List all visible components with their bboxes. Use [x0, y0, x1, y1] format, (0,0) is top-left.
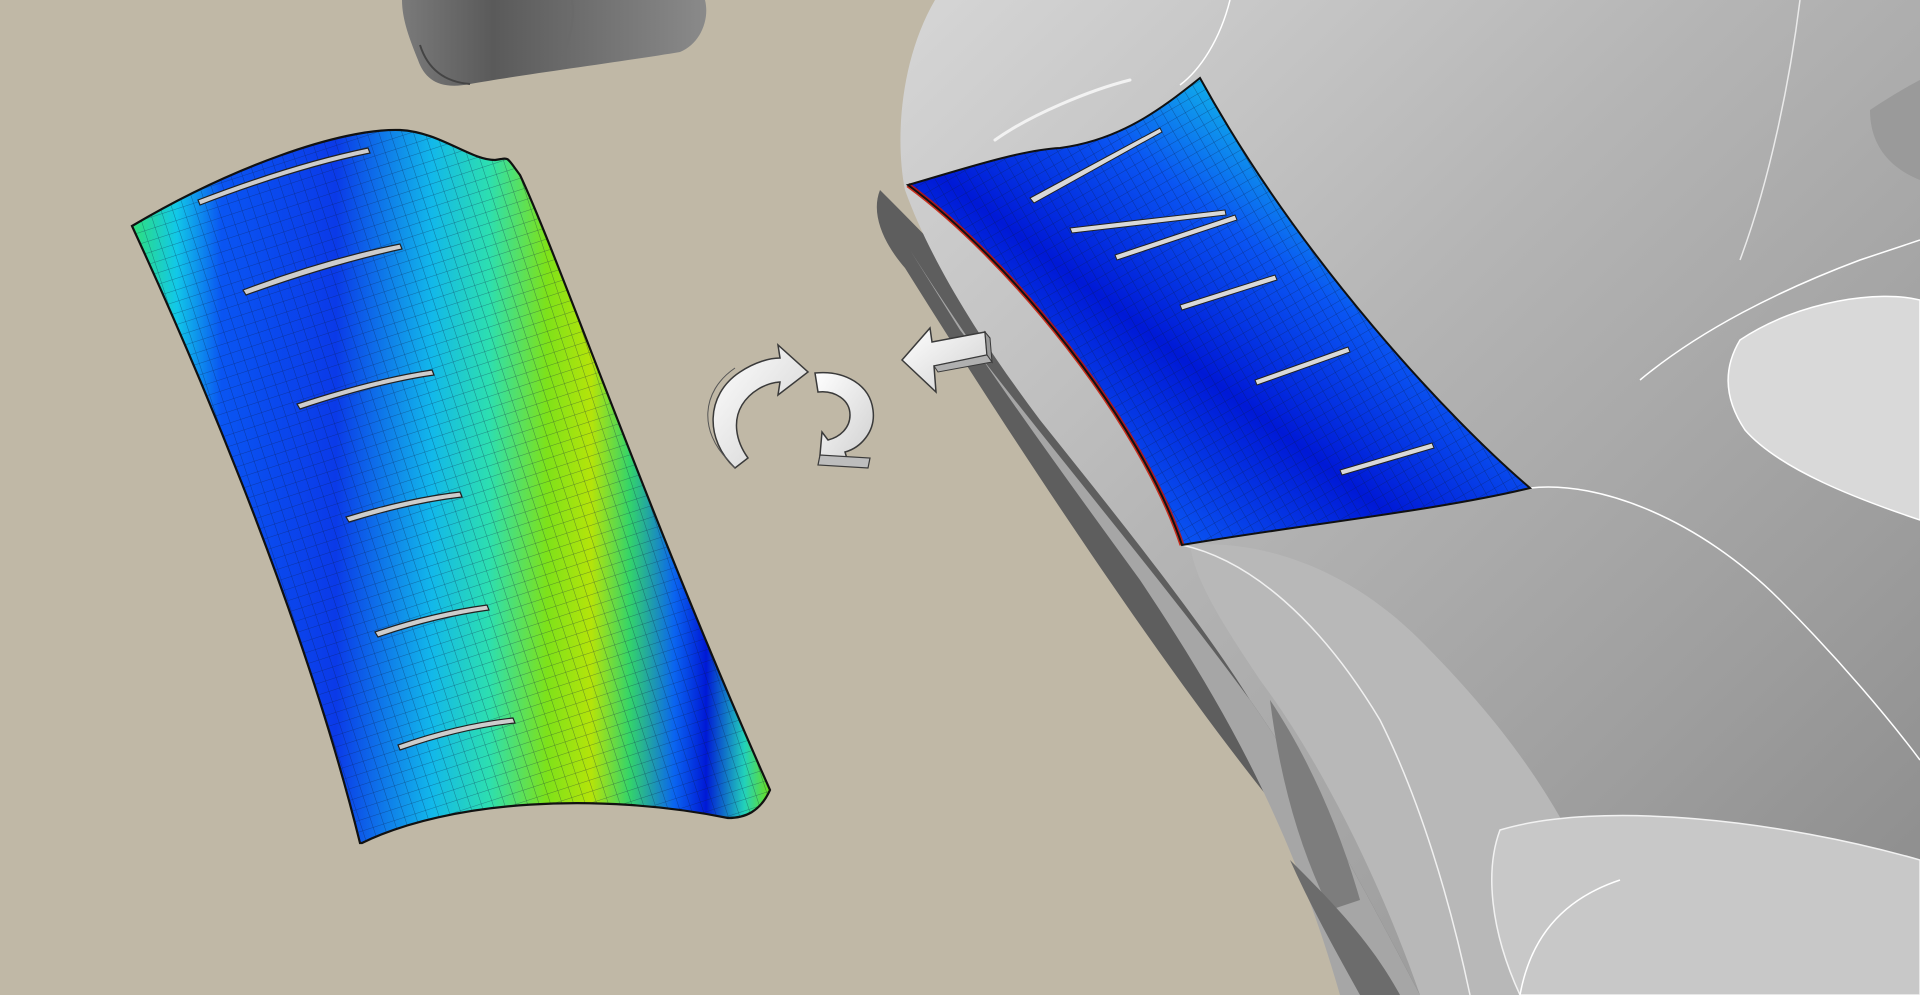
- 3d-viewport[interactable]: [0, 0, 1920, 995]
